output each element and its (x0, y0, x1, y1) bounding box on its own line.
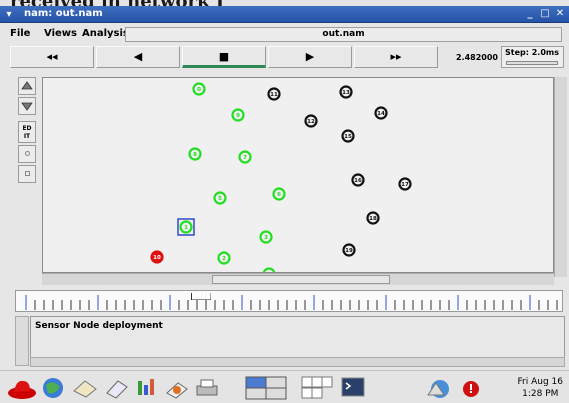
network-node-label: 17 (401, 182, 409, 188)
network-node-15[interactable]: 15 (341, 129, 355, 143)
side-toolbar: ED IT (17, 77, 37, 282)
window-title: nam: out.nam (24, 8, 103, 19)
clock-time: 1:28 PM (522, 389, 559, 399)
close-button[interactable]: ✕ (554, 8, 566, 20)
play-forward-button[interactable]: ▶ (268, 46, 352, 68)
current-time-readout: 2.482000 (455, 53, 498, 62)
canvas-vertical-scrollbar[interactable] (554, 77, 567, 277)
redhat-menu-icon[interactable] (6, 375, 38, 401)
network-node-0[interactable]: 0 (192, 82, 206, 96)
rewind-button[interactable]: ◂◂ (10, 46, 94, 68)
minimize-button[interactable]: _ (524, 8, 536, 20)
menu-analysis[interactable]: Analysis (82, 28, 129, 39)
fast-forward-button[interactable]: ▸▸ (354, 46, 438, 68)
network-status-icon[interactable] (424, 375, 454, 401)
presentation-icon[interactable] (164, 375, 190, 401)
update-alert-icon[interactable] (460, 375, 482, 401)
playback-controls: ◂◂ ◀ ■ ▶ ▸▸ 2.482000 Step: 2.0ms (10, 46, 565, 70)
network-node-11[interactable]: 11 (267, 87, 281, 101)
network-node-label: 10 (153, 255, 161, 261)
network-node-label: 1 (184, 225, 188, 231)
network-node-label: 14 (377, 111, 385, 117)
network-node-1[interactable]: 1 (177, 218, 195, 236)
step-slider[interactable] (506, 61, 558, 65)
step-control[interactable]: Step: 2.0ms (501, 46, 564, 68)
writer-icon[interactable] (104, 375, 130, 401)
trace-file-label: out.nam (125, 27, 562, 42)
annotation-panel: Sensor Node deployment (30, 316, 565, 358)
network-node-label: 11 (270, 92, 278, 98)
network-node-16[interactable]: 16 (351, 173, 365, 187)
network-node-18[interactable]: 18 (366, 211, 380, 225)
step-label: Step: 2.0ms (505, 48, 559, 57)
window-titlebar: ▾ nam: out.nam _ □ ✕ (0, 6, 569, 23)
network-node-3[interactable]: 3 (259, 230, 273, 244)
canvas-horizontal-scrollbar[interactable] (42, 273, 554, 285)
network-node-5[interactable]: 5 (213, 191, 227, 205)
network-node-label: 2 (222, 256, 226, 262)
network-node-label: 3 (264, 235, 268, 241)
network-node-12[interactable]: 12 (304, 114, 318, 128)
network-node-2[interactable]: 2 (217, 251, 231, 265)
network-node-label: 7 (243, 155, 247, 161)
network-node-19[interactable]: 19 (342, 243, 356, 257)
canvas-scroll-thumb[interactable] (212, 275, 390, 284)
web-browser-icon[interactable] (40, 375, 66, 401)
screen: { "overlay_text": "received in network I… (0, 0, 569, 403)
network-node-14[interactable]: 14 (374, 106, 388, 120)
workspace-switcher[interactable] (244, 375, 288, 401)
network-graph: 011139141215871617561813191024 (150, 82, 412, 272)
toggle-b-button[interactable] (18, 165, 36, 183)
menubar: File Views Analysis out.nam (0, 24, 569, 44)
network-node-17[interactable]: 17 (398, 177, 412, 191)
network-node-6[interactable]: 6 (272, 187, 286, 201)
network-node-label: 6 (277, 192, 281, 198)
zoom-out-icon[interactable] (18, 97, 36, 115)
network-node-label: 12 (307, 119, 315, 125)
network-canvas[interactable]: 011139141215871617561813191024 (42, 77, 554, 273)
network-node-7[interactable]: 7 (238, 150, 252, 164)
clock-date: Fri Aug 16 (517, 377, 563, 387)
stop-button[interactable]: ■ (182, 46, 266, 68)
network-node-label: 5 (218, 196, 222, 202)
spreadsheet-icon[interactable] (134, 375, 160, 401)
menu-views[interactable]: Views (44, 28, 77, 39)
network-node-label: 18 (369, 216, 377, 222)
mail-icon[interactable] (72, 375, 98, 401)
menu-file[interactable]: File (10, 28, 30, 39)
network-node-10[interactable]: 10 (150, 250, 164, 264)
edit-button[interactable]: ED IT (18, 121, 36, 143)
zoom-in-icon[interactable] (18, 77, 36, 95)
network-node-label: 19 (345, 248, 353, 254)
terminal-icon[interactable] (340, 375, 366, 401)
desktop-taskbar: Fri Aug 16 1:28 PM (0, 370, 569, 403)
time-ticks (25, 295, 558, 310)
printer-icon[interactable] (194, 375, 220, 401)
play-backward-button[interactable]: ◀ (96, 46, 180, 68)
taskbar-clock[interactable]: Fri Aug 16 1:28 PM (518, 376, 563, 400)
window-menu-icon[interactable]: ▾ (2, 8, 16, 21)
toggle-a-button[interactable] (18, 145, 36, 163)
annotation-horizontal-scrollbar[interactable] (30, 357, 565, 367)
window-list[interactable] (300, 375, 336, 401)
network-node-label: 0 (197, 87, 201, 93)
network-node-label: 8 (193, 152, 197, 158)
network-node-13[interactable]: 13 (339, 85, 353, 99)
annotation-side-scroll[interactable] (15, 316, 29, 366)
network-node-label: 9 (236, 113, 240, 119)
network-node-label: 15 (344, 134, 352, 140)
time-slider[interactable]: ████ (15, 290, 563, 312)
network-node-label: 13 (342, 90, 350, 96)
time-slider-thumb[interactable]: ████ (191, 293, 212, 300)
network-node-9[interactable]: 9 (231, 108, 245, 122)
annotation-text[interactable]: Sensor Node deployment (35, 321, 163, 331)
maximize-button[interactable]: □ (539, 8, 551, 20)
network-node-label: 16 (354, 178, 362, 184)
network-node-8[interactable]: 8 (188, 147, 202, 161)
